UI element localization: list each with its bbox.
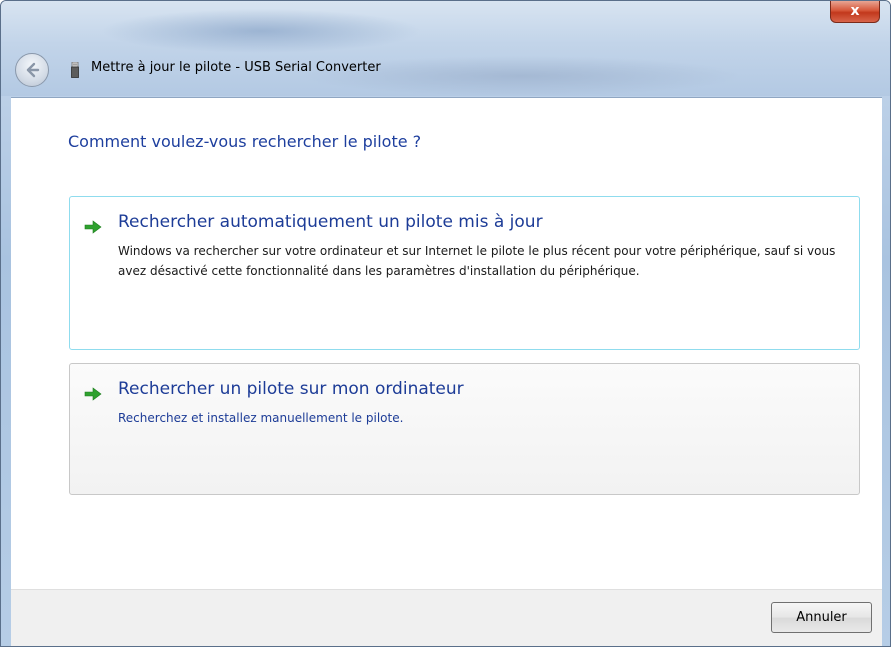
option-title: Rechercher un pilote sur mon ordinateur — [118, 379, 464, 399]
green-arrow-icon — [84, 387, 102, 401]
green-arrow-icon — [84, 220, 102, 234]
page-heading: Comment voulez-vous rechercher le pilote… — [68, 132, 422, 151]
option-description: Recherchez et installez manuellement le … — [118, 411, 404, 425]
option-browse-computer[interactable]: Rechercher un pilote sur mon ordinateur … — [69, 363, 860, 495]
option-search-automatically[interactable]: Rechercher automatiquement un pilote mis… — [69, 196, 860, 350]
dialog-footer: Annuler — [11, 589, 882, 646]
window-title: Mettre à jour le pilote - USB Serial Con… — [91, 60, 381, 75]
option-description: Windows va rechercher sur votre ordinate… — [118, 244, 836, 278]
back-button[interactable] — [15, 53, 49, 87]
option-title: Rechercher automatiquement un pilote mis… — [118, 212, 543, 232]
usb-device-icon — [71, 62, 79, 78]
cancel-button[interactable]: Annuler — [771, 602, 872, 633]
close-icon: x — [850, 3, 860, 19]
back-arrow-icon — [26, 62, 40, 78]
title-bar: x Mettre à jour le pilote - USB Serial C… — [1, 1, 890, 96]
dialog-content: Comment voulez-vous rechercher le pilote… — [11, 97, 882, 589]
driver-update-window: x Mettre à jour le pilote - USB Serial C… — [0, 0, 891, 647]
close-button[interactable]: x — [830, 1, 880, 23]
